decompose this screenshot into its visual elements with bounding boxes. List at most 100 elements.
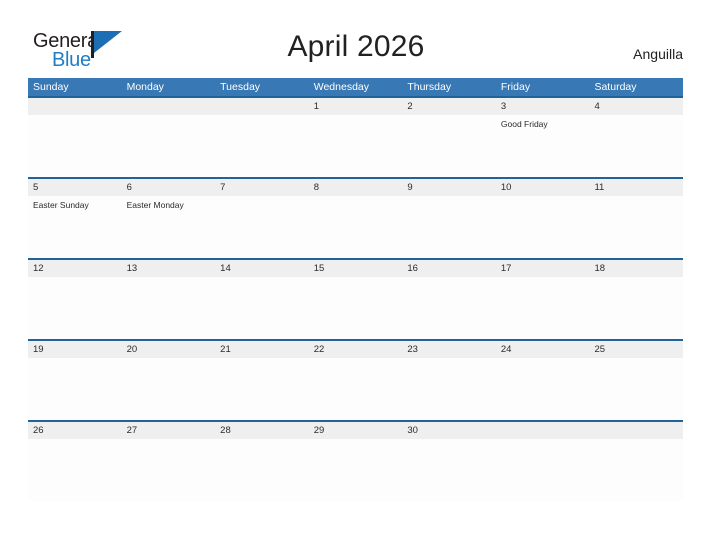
day-number[interactable]: 23	[402, 341, 496, 358]
day-cell[interactable]	[28, 115, 122, 177]
weekday-header-sunday: Sunday	[33, 81, 69, 93]
day-cell[interactable]	[496, 196, 590, 258]
day-cell[interactable]	[122, 115, 216, 177]
day-number[interactable]: 21	[215, 341, 309, 358]
day-cell[interactable]	[496, 439, 590, 501]
day-number[interactable]: 27	[122, 422, 216, 439]
day-number[interactable]: 19	[28, 341, 122, 358]
day-number[interactable]: 10	[496, 179, 590, 196]
day-cell[interactable]	[215, 358, 309, 420]
week-row: 26 27 28 29 30	[28, 420, 683, 501]
event-label: Easter Sunday	[33, 200, 89, 210]
page-header: General Blue April 2026 Anguilla	[0, 0, 712, 78]
week-date-strip: 5 6 7 8 9 10 11	[28, 179, 683, 196]
day-cell[interactable]	[402, 196, 496, 258]
day-number[interactable]: 7	[215, 179, 309, 196]
day-number[interactable]: 18	[589, 260, 683, 277]
day-number[interactable]: 26	[28, 422, 122, 439]
day-cell[interactable]	[28, 277, 122, 339]
week-row: 1 2 3 4 Good Friday	[28, 96, 683, 177]
day-cell[interactable]: Easter Sunday	[28, 196, 122, 258]
day-number[interactable]	[496, 422, 590, 439]
calendar-page: General Blue April 2026 Anguilla Sunday …	[0, 0, 712, 550]
day-number[interactable]	[589, 422, 683, 439]
weekday-header-monday: Monday	[126, 81, 164, 93]
day-number[interactable]: 13	[122, 260, 216, 277]
weekday-header-wednesday: Wednesday	[313, 81, 369, 93]
day-cell[interactable]	[28, 358, 122, 420]
day-number[interactable]: 28	[215, 422, 309, 439]
week-date-strip: 19 20 21 22 23 24 25	[28, 341, 683, 358]
day-cell[interactable]	[28, 439, 122, 501]
day-cell[interactable]: Good Friday	[496, 115, 590, 177]
day-number[interactable]	[215, 98, 309, 115]
day-cell[interactable]	[309, 439, 403, 501]
week-row: 12 13 14 15 16 17 18	[28, 258, 683, 339]
day-number[interactable]: 1	[309, 98, 403, 115]
day-number[interactable]: 11	[589, 179, 683, 196]
day-number[interactable]: 9	[402, 179, 496, 196]
week-date-strip: 12 13 14 15 16 17 18	[28, 260, 683, 277]
day-number[interactable]: 16	[402, 260, 496, 277]
day-cell[interactable]	[402, 115, 496, 177]
week-event-strip	[28, 277, 683, 339]
day-cell[interactable]	[215, 196, 309, 258]
event-label: Easter Monday	[126, 200, 184, 210]
day-number[interactable]	[122, 98, 216, 115]
day-number[interactable]	[28, 98, 122, 115]
week-date-strip: 26 27 28 29 30	[28, 422, 683, 439]
day-number[interactable]: 14	[215, 260, 309, 277]
day-cell[interactable]	[589, 196, 683, 258]
day-number[interactable]: 24	[496, 341, 590, 358]
day-cell[interactable]	[589, 277, 683, 339]
calendar-grid: Sunday Monday Tuesday Wednesday Thursday…	[28, 78, 683, 501]
day-number[interactable]: 30	[402, 422, 496, 439]
day-cell[interactable]	[402, 439, 496, 501]
day-cell[interactable]	[215, 277, 309, 339]
day-cell[interactable]	[589, 115, 683, 177]
day-cell[interactable]	[122, 277, 216, 339]
day-cell[interactable]	[122, 358, 216, 420]
weekday-header-row: Sunday Monday Tuesday Wednesday Thursday…	[28, 78, 683, 96]
week-event-strip	[28, 439, 683, 501]
day-number[interactable]: 22	[309, 341, 403, 358]
day-cell[interactable]	[309, 277, 403, 339]
day-number[interactable]: 15	[309, 260, 403, 277]
day-number[interactable]: 29	[309, 422, 403, 439]
day-number[interactable]: 5	[28, 179, 122, 196]
weekday-header-friday: Friday	[500, 81, 531, 93]
day-number[interactable]: 12	[28, 260, 122, 277]
day-cell[interactable]	[496, 358, 590, 420]
day-cell[interactable]	[402, 358, 496, 420]
week-row: 5 6 7 8 9 10 11 Easter Sunday Easter Mon…	[28, 177, 683, 258]
day-number[interactable]: 2	[402, 98, 496, 115]
page-title: April 2026	[287, 30, 425, 63]
day-cell[interactable]	[589, 358, 683, 420]
day-cell[interactable]	[215, 115, 309, 177]
day-number[interactable]: 17	[496, 260, 590, 277]
day-number[interactable]: 3	[496, 98, 590, 115]
day-cell[interactable]	[122, 439, 216, 501]
day-cell[interactable]	[309, 358, 403, 420]
day-cell[interactable]	[496, 277, 590, 339]
day-cell[interactable]: Easter Monday	[122, 196, 216, 258]
week-event-strip	[28, 358, 683, 420]
day-number[interactable]: 6	[122, 179, 216, 196]
day-cell[interactable]	[215, 439, 309, 501]
weekday-header-tuesday: Tuesday	[220, 81, 261, 93]
weekday-header-thursday: Thursday	[407, 81, 452, 93]
day-number[interactable]: 25	[589, 341, 683, 358]
event-label: Good Friday	[500, 119, 548, 129]
week-event-strip: Good Friday	[28, 115, 683, 177]
day-number[interactable]: 20	[122, 341, 216, 358]
weekday-header-saturday: Saturday	[594, 81, 637, 93]
day-number[interactable]: 4	[589, 98, 683, 115]
day-number[interactable]: 8	[309, 179, 403, 196]
day-cell[interactable]	[589, 439, 683, 501]
week-date-strip: 1 2 3 4	[28, 98, 683, 115]
week-row: 19 20 21 22 23 24 25	[28, 339, 683, 420]
day-cell[interactable]	[309, 115, 403, 177]
region-label: Anguilla	[633, 46, 683, 62]
day-cell[interactable]	[309, 196, 403, 258]
day-cell[interactable]	[402, 277, 496, 339]
